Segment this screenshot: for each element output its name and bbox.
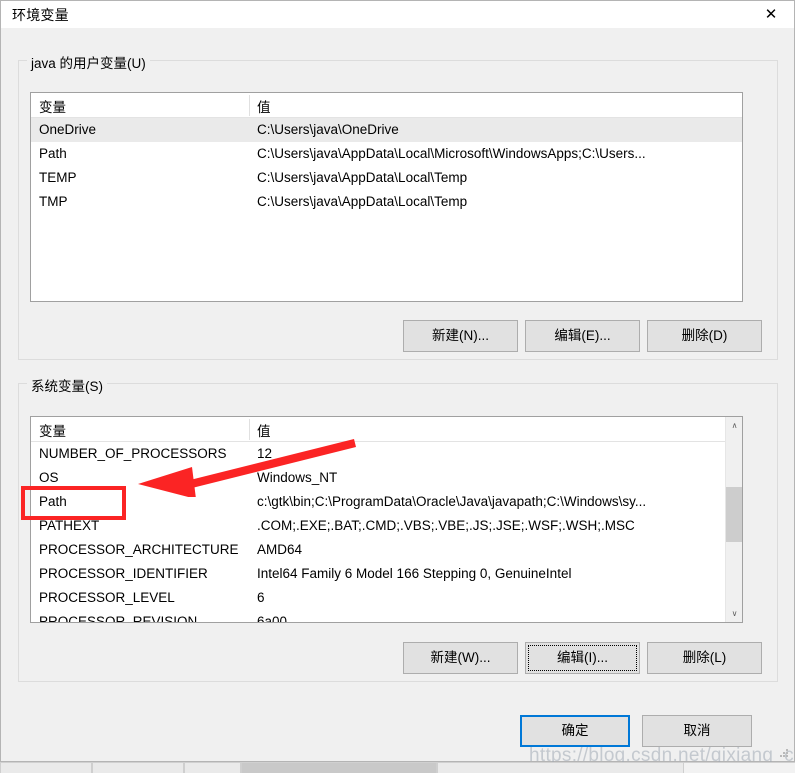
scroll-up-icon[interactable]: ∧: [726, 417, 742, 434]
system-list-scrollbar[interactable]: ∧ ∨: [725, 417, 742, 622]
system-delete-button[interactable]: 删除(L): [647, 642, 762, 674]
title-bar: 环境变量 ✕: [1, 1, 794, 29]
system-edit-button[interactable]: 编辑(I)...: [525, 642, 640, 674]
user-header-divider: [249, 95, 250, 116]
variable-name-cell: PROCESSOR_LEVEL: [39, 590, 175, 605]
variable-value-cell: c:\gtk\bin;C:\ProgramData\Oracle\Java\ja…: [257, 494, 647, 509]
variable-value-cell: .COM;.EXE;.BAT;.CMD;.VBS;.VBE;.JS;.JSE;.…: [257, 518, 635, 533]
table-row[interactable]: PROCESSOR_ARCHITECTURE AMD64: [31, 538, 742, 562]
system-header-divider: [249, 419, 250, 440]
table-row[interactable]: OS Windows_NT: [31, 466, 742, 490]
variable-value-cell: C:\Users\java\AppData\Local\Microsoft\Wi…: [257, 146, 646, 161]
user-new-button[interactable]: 新建(N)...: [403, 320, 518, 352]
variable-value-cell: C:\Users\java\AppData\Local\Temp: [257, 194, 468, 209]
user-column-header-name[interactable]: 变量: [39, 96, 66, 116]
variable-value-cell: Intel64 Family 6 Model 166 Stepping 0, G…: [257, 566, 572, 581]
variable-value-cell: C:\Users\java\OneDrive: [257, 122, 399, 137]
variable-value-cell: C:\Users\java\AppData\Local\Temp: [257, 170, 468, 185]
taskbar-item[interactable]: [92, 763, 184, 773]
system-column-header-name[interactable]: 变量: [39, 420, 66, 440]
table-row[interactable]: OneDrive C:\Users\java\OneDrive: [31, 118, 742, 142]
variable-name-cell: OneDrive: [39, 122, 97, 137]
system-list-header: 变量 值: [31, 417, 742, 442]
ok-button[interactable]: 确定: [520, 715, 630, 747]
variable-value-cell: 6a00: [257, 614, 288, 622]
user-variables-group-label: java 的用户变量(U): [27, 52, 150, 72]
table-row[interactable]: PROCESSOR_IDENTIFIER Intel64 Family 6 Mod…: [31, 562, 742, 586]
table-row[interactable]: Path C:\Users\java\AppData\Local\Microsof…: [31, 142, 742, 166]
user-column-header-value[interactable]: 值: [257, 96, 271, 116]
table-row[interactable]: PROCESSOR_LEVEL 6: [31, 586, 742, 610]
close-icon: ✕: [764, 5, 778, 23]
user-delete-button[interactable]: 删除(D): [647, 320, 762, 352]
user-list-rows: OneDrive C:\Users\java\OneDrive Path C:\Use…: [31, 118, 742, 214]
system-new-button[interactable]: 新建(W)...: [403, 642, 518, 674]
table-row[interactable]: Path c:\gtk\bin;C:\ProgramData\Oracle\Jav…: [31, 490, 742, 514]
table-row[interactable]: TMP C:\Users\java\AppData\Local\Temp: [31, 190, 742, 214]
variable-value-cell: AMD64: [257, 542, 303, 557]
variable-value-cell: Windows_NT: [257, 470, 338, 485]
scroll-down-icon[interactable]: ∨: [726, 605, 742, 622]
system-column-header-value[interactable]: 值: [257, 420, 271, 440]
variable-name-cell: TMP: [39, 194, 68, 209]
variable-name-cell: PROCESSOR_ARCHITECTURE: [39, 542, 239, 557]
variable-name-cell: Path: [39, 146, 67, 161]
user-variables-list[interactable]: 变量 值 OneDrive C:\Users\java\OneDrive Path C…: [30, 92, 743, 302]
environment-variables-dialog: 环境变量 ✕ java 的用户变量(U) 变量 值 OneDrive C:\Use…: [0, 0, 795, 766]
cancel-button[interactable]: 取消: [642, 715, 752, 747]
taskbar-item[interactable]: [184, 763, 241, 773]
variable-name-cell: PROCESSOR_REVISION: [39, 614, 198, 622]
table-row[interactable]: PROCESSOR_REVISION 6a00: [31, 610, 742, 622]
variable-name-cell: PATHEXT: [39, 518, 100, 533]
taskbar-item[interactable]: [0, 763, 92, 773]
variable-name-cell: Path: [39, 494, 67, 509]
scrollbar-thumb[interactable]: [726, 487, 742, 542]
system-variables-group-label: 系统变量(S): [27, 375, 107, 395]
variable-name-cell: OS: [39, 470, 59, 485]
variable-name-cell: PROCESSOR_IDENTIFIER: [39, 566, 208, 581]
resize-grip-icon[interactable]: [780, 749, 791, 760]
system-list-rows: NUMBER_OF_PROCESSORS 12 OS Windows_NT Path c:…: [31, 442, 742, 622]
variable-name-cell: TEMP: [39, 170, 77, 185]
variable-value-cell: 6: [257, 590, 265, 605]
variable-value-cell: 12: [257, 446, 273, 461]
system-variables-list[interactable]: 变量 值 NUMBER_OF_PROCESSORS 12 OS Windows_NT P…: [30, 416, 743, 623]
taskbar-item[interactable]: [437, 763, 684, 773]
user-edit-button[interactable]: 编辑(E)...: [525, 320, 640, 352]
variable-name-cell: NUMBER_OF_PROCESSORS: [39, 446, 227, 461]
window-title: 环境变量: [12, 7, 69, 23]
user-list-header: 变量 值: [31, 93, 742, 118]
taskbar: [0, 762, 795, 773]
taskbar-item-active[interactable]: [241, 763, 437, 773]
close-button[interactable]: ✕: [748, 1, 794, 28]
table-row[interactable]: NUMBER_OF_PROCESSORS 12: [31, 442, 742, 466]
table-row[interactable]: TEMP C:\Users\java\AppData\Local\Temp: [31, 166, 742, 190]
table-row[interactable]: PATHEXT .COM;.EXE;.BAT;.CMD;.VBS;.VBE;.JS…: [31, 514, 742, 538]
